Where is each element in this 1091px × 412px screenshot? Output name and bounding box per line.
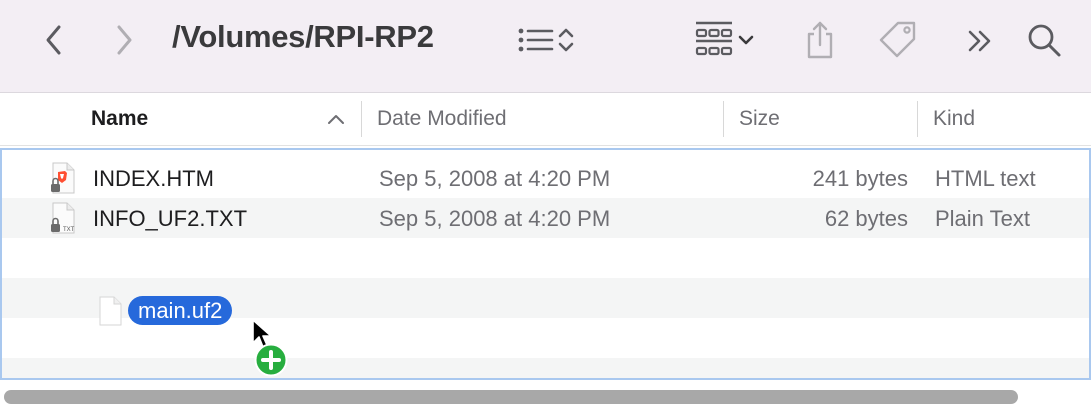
list-item-empty [2,238,1089,278]
column-kind-header[interactable]: Kind [933,107,975,131]
toolbar: /Volumes/RPI-RP2 [0,0,1091,93]
chevron-updown-icon [558,28,574,52]
column-separator[interactable] [361,101,362,137]
sort-ascending-icon[interactable] [326,111,346,127]
svg-text:TXT: TXT [63,227,75,233]
column-size-header[interactable]: Size [739,107,780,131]
back-button[interactable] [36,22,70,58]
file-kind: Plain Text [935,206,1030,231]
file-name: INDEX.HTM [93,166,214,191]
file-size: 62 bytes [824,206,908,231]
text-file-locked-icon: TXT [51,202,75,234]
table-row[interactable]: INDEX.HTM Sep 5, 2008 at 4:20 PM 241 byt… [2,158,1089,198]
search-icon [1028,24,1061,57]
file-name: INFO_UF2.TXT [93,206,248,231]
double-chevron-right-icon [968,30,991,52]
list-item-empty [2,358,1089,378]
list-view-icon [518,28,554,52]
add-copy-icon [254,343,288,377]
path-title: /Volumes/RPI-RP2 [172,19,434,54]
column-name-header[interactable]: Name [91,107,148,131]
file-date: Sep 5, 2008 at 4:20 PM [379,166,611,191]
search-button[interactable] [1024,20,1064,60]
chevron-down-icon [738,35,754,45]
chevron-right-icon [117,25,132,55]
more-toolbar-items-button[interactable] [962,24,998,58]
grid-group-icon [695,21,733,56]
column-date-header[interactable]: Date Modified [377,107,507,131]
dragged-file-icon [99,296,122,326]
file-list[interactable]: INDEX.HTM Sep 5, 2008 at 4:20 PM 241 byt… [0,148,1091,380]
group-button[interactable] [686,20,764,60]
dragged-file-name: main.uf2 [128,296,233,325]
file-size: 241 bytes [812,166,908,191]
table-row[interactable]: TXT INFO_UF2.TXT Sep 5, 2008 at 4:20 PM … [2,198,1089,238]
tag-icon [879,21,916,58]
column-separator[interactable] [723,101,724,137]
column-header: Name Date Modified Size Kind [0,93,1091,146]
tag-button[interactable] [876,20,920,60]
file-date: Sep 5, 2008 at 4:20 PM [379,206,611,231]
forward-button[interactable] [108,22,142,58]
horizontal-scrollbar[interactable] [4,390,1018,404]
column-separator[interactable] [917,101,918,137]
html-file-locked-icon [51,162,75,194]
chevron-left-icon [46,25,61,55]
file-kind: HTML text [935,166,1036,191]
share-icon [807,21,833,59]
view-options-button[interactable] [508,22,584,58]
share-button[interactable] [800,18,840,62]
